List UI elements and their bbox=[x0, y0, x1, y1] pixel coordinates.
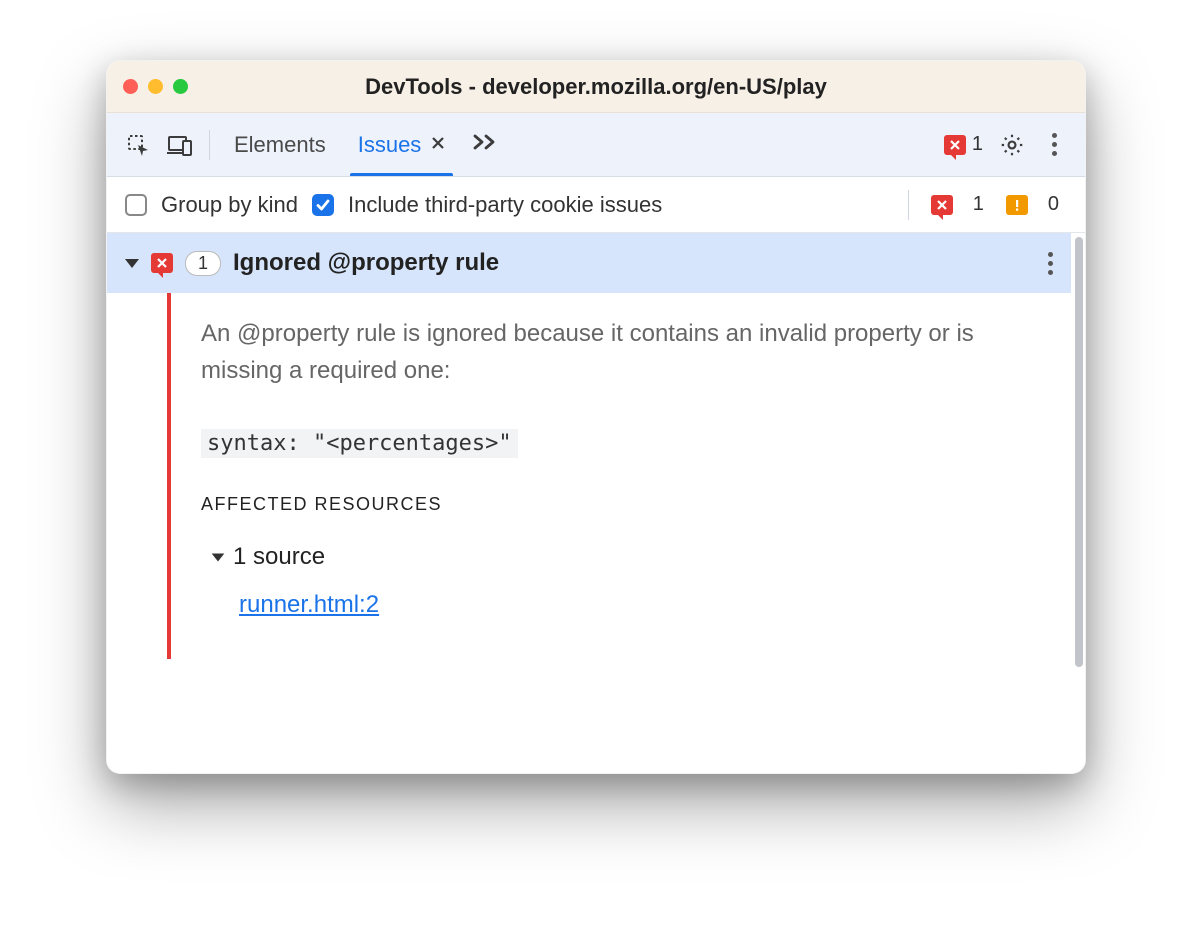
more-tabs-icon[interactable] bbox=[465, 133, 509, 156]
issue-body: An @property rule is ignored because it … bbox=[107, 293, 1071, 659]
divider bbox=[908, 190, 909, 220]
filter-error-badge-icon[interactable] bbox=[931, 195, 953, 215]
tab-issues-label: Issues bbox=[358, 132, 422, 158]
issue-header[interactable]: 1 Ignored @property rule bbox=[107, 233, 1071, 293]
issues-content: 1 Ignored @property rule An @property ru… bbox=[107, 233, 1085, 773]
tab-issues[interactable]: Issues bbox=[342, 113, 462, 176]
window-title: DevTools - developer.mozilla.org/en-US/p… bbox=[107, 74, 1085, 100]
issue-more-menu-icon[interactable] bbox=[1042, 246, 1059, 281]
tab-elements[interactable]: Elements bbox=[218, 113, 342, 176]
more-menu-icon[interactable] bbox=[1033, 124, 1075, 166]
minimize-window-button[interactable] bbox=[148, 79, 163, 94]
filter-warning-badge-icon[interactable] bbox=[1006, 195, 1028, 215]
close-window-button[interactable] bbox=[123, 79, 138, 94]
source-summary-row[interactable]: 1 source bbox=[211, 543, 1043, 571]
disclosure-triangle-icon[interactable] bbox=[125, 259, 139, 268]
tabbar-error-count: 1 bbox=[972, 133, 983, 156]
group-by-kind-checkbox[interactable] bbox=[125, 194, 147, 216]
issues-filter-bar: Group by kind Include third-party cookie… bbox=[107, 177, 1085, 233]
affected-resources-header: AFFECTED RESOURCES bbox=[201, 494, 1043, 515]
issue-count-pill: 1 bbox=[185, 251, 221, 276]
maximize-window-button[interactable] bbox=[173, 79, 188, 94]
issue-severity-icon bbox=[151, 253, 173, 273]
issue-code-snippet: syntax: "<percentages>" bbox=[201, 429, 518, 458]
issue-description: An @property rule is ignored because it … bbox=[201, 315, 1043, 389]
source-link[interactable]: runner.html:2 bbox=[239, 591, 379, 618]
scrollbar-thumb[interactable] bbox=[1075, 237, 1083, 667]
include-3p-cookie-checkbox[interactable] bbox=[312, 194, 334, 216]
filter-warning-count: 0 bbox=[1048, 193, 1059, 216]
source-summary-label: 1 source bbox=[233, 543, 325, 571]
disclosure-triangle-icon[interactable] bbox=[212, 553, 225, 561]
titlebar: DevTools - developer.mozilla.org/en-US/p… bbox=[107, 61, 1085, 113]
window-controls bbox=[123, 79, 188, 94]
issue-title: Ignored @property rule bbox=[233, 249, 499, 277]
error-badge-icon[interactable] bbox=[944, 135, 966, 155]
issues-main: 1 Ignored @property rule An @property ru… bbox=[107, 233, 1071, 773]
inspect-element-icon[interactable] bbox=[117, 124, 159, 166]
filter-error-count: 1 bbox=[973, 193, 984, 216]
devtools-window: DevTools - developer.mozilla.org/en-US/p… bbox=[106, 60, 1086, 774]
devtools-tabbar: Elements Issues 1 bbox=[107, 113, 1085, 177]
tab-elements-label: Elements bbox=[234, 132, 326, 158]
group-by-kind-label: Group by kind bbox=[161, 192, 298, 218]
close-tab-icon[interactable] bbox=[431, 134, 445, 155]
include-3p-cookie-label: Include third-party cookie issues bbox=[348, 192, 662, 218]
divider bbox=[209, 130, 210, 160]
device-toolbar-icon[interactable] bbox=[159, 124, 201, 166]
settings-icon[interactable] bbox=[991, 124, 1033, 166]
scrollbar[interactable] bbox=[1071, 233, 1085, 773]
